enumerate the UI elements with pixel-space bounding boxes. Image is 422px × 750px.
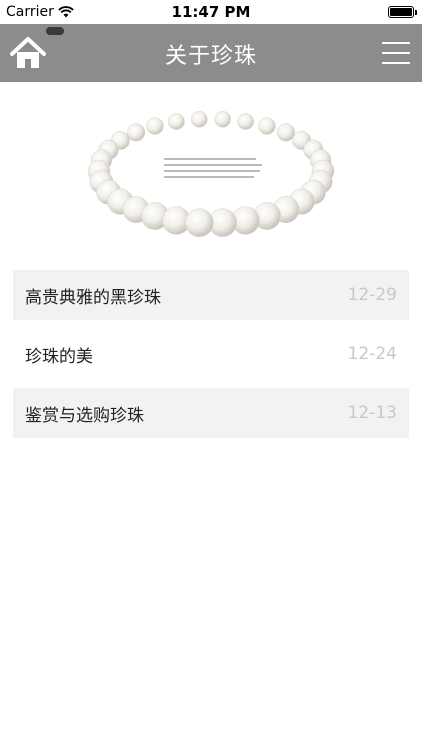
navbar: 关于珍珠	[0, 24, 422, 82]
list-item[interactable]: 鉴赏与选购珍珠 12-13	[13, 388, 409, 438]
pearl	[146, 117, 164, 135]
pearl	[258, 117, 276, 135]
list-item[interactable]: 高贵典雅的黑珍珠 12-29	[13, 270, 409, 320]
pearl	[214, 111, 231, 128]
nav-indicator	[46, 27, 64, 35]
battery-icon	[388, 6, 417, 18]
pearl	[127, 123, 146, 142]
status-bar: Carrier 11:47 PM	[0, 0, 422, 24]
pearl	[185, 208, 214, 237]
list-item[interactable]: 珍珠的美 12-24	[13, 329, 409, 379]
article-list: 高贵典雅的黑珍珠 12-29 珍珠的美 12-24 鉴赏与选购珍珠 12-13	[13, 270, 409, 447]
pearl	[168, 113, 185, 130]
pearl	[191, 111, 208, 128]
article-title: 鉴赏与选购珍珠	[25, 405, 144, 426]
article-title: 高贵典雅的黑珍珠	[25, 287, 161, 308]
pearl	[276, 123, 295, 142]
page-title: 关于珍珠	[164, 44, 257, 69]
article-title: 珍珠的美	[25, 346, 93, 367]
article-date: 12-13	[347, 403, 397, 423]
status-time: 11:47 PM	[171, 3, 251, 21]
article-date: 12-29	[347, 285, 397, 305]
pearl-necklace-image	[80, 96, 342, 246]
article-date: 12-24	[347, 344, 397, 364]
pearl	[237, 113, 254, 130]
hamburger-menu-icon[interactable]	[382, 40, 410, 66]
